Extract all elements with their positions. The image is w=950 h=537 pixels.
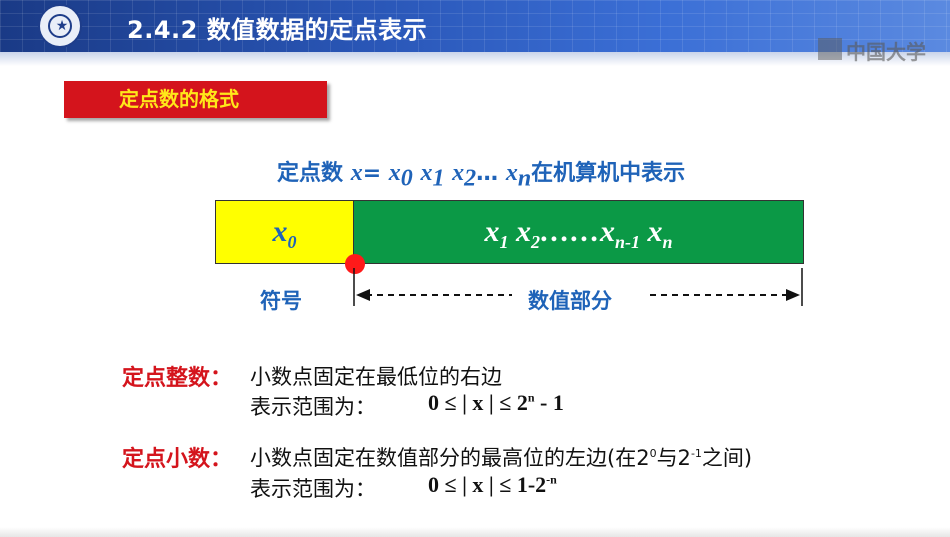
fraction-range-b: | ≤ 1-2 [483,472,547,497]
integer-heading: 定点整数： [122,366,233,391]
integer-range-label: 表示范围为： [250,395,376,419]
fraction-range-exp: -n [546,472,557,487]
fraction-heading: 定点小数： [122,447,233,472]
fraction-range-x: x [472,472,484,497]
value-label: 数值部分 [528,289,612,313]
bottom-bar [0,527,950,537]
fraction-desc-a: 小数点固定在数值部分的最高位的左边(在2 [250,446,650,470]
fraction-range-label: 表示范围为： [250,477,376,501]
fraction-description: 小数点固定在数值部分的最高位的左边(在20与2-1之间) [250,442,752,472]
integer-range-a: 0 ≤ | [428,390,473,415]
integer-range-b: | ≤ 2 [483,390,528,415]
sign-label: 符号 [260,289,302,313]
left-arrowhead-icon [356,289,370,301]
fraction-desc-c: 之间) [701,446,753,470]
fraction-desc-exp2: -1 [690,447,702,460]
fraction-desc-b: 与2 [656,446,691,470]
integer-range-c: - 1 [534,390,564,415]
right-arrowhead-icon [786,289,800,301]
integer-range-x: x [472,390,484,415]
integer-range: 0 ≤ | x | ≤ 2n - 1 [428,390,564,416]
fraction-range: 0 ≤ | x | ≤ 1-2-n [428,472,557,498]
fraction-range-a: 0 ≤ | [428,472,473,497]
fraction-desc-exp1: 0 [649,447,657,460]
integer-description: 小数点固定在最低位的右边 [250,365,502,389]
integer-range-exp: n [527,390,535,405]
